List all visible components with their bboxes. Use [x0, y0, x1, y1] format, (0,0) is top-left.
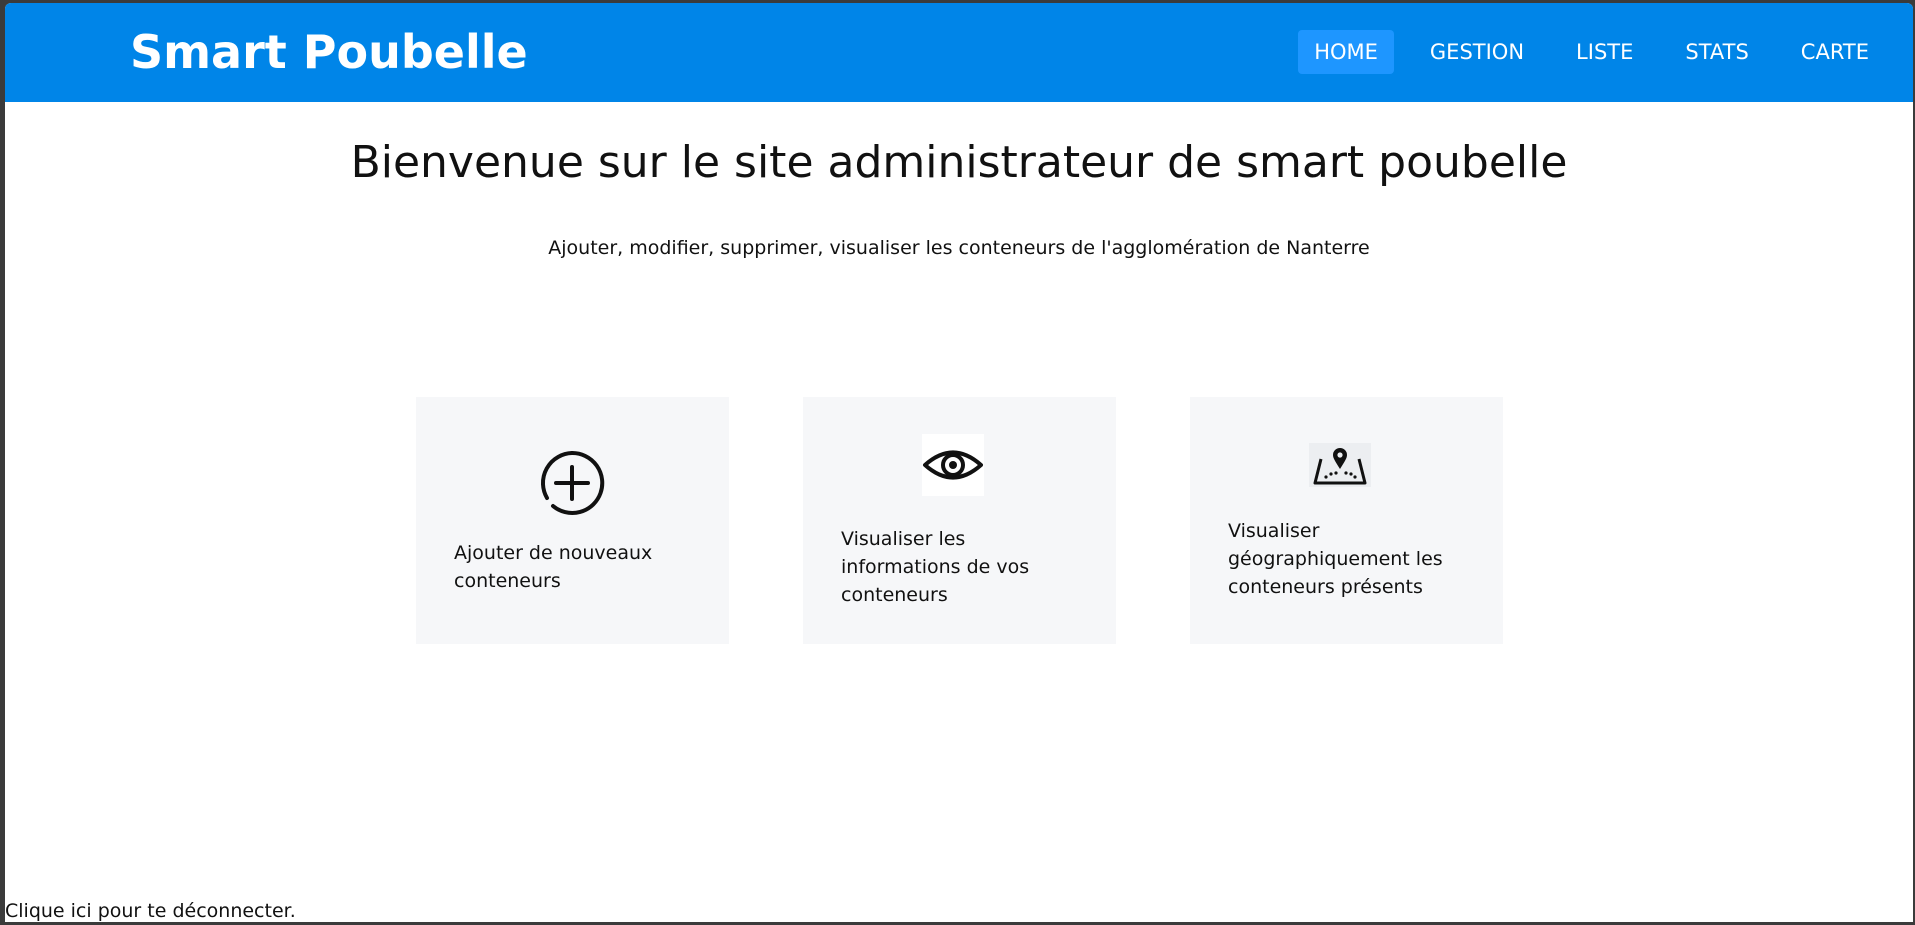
card-add-text: Ajouter de nouveaux conteneurs [454, 542, 653, 592]
logout-link[interactable]: Clique ici pour te déconnecter. [5, 899, 296, 922]
map-pin-icon [1309, 443, 1371, 487]
brand-logo[interactable]: Smart Poubelle [130, 25, 528, 79]
card-map-text: Visualiser géographiquement les conteneu… [1228, 520, 1443, 598]
page-subtitle: Ajouter, modifier, supprimer, visualiser… [548, 237, 1370, 259]
nav-menu: HOME GESTION LISTE STATS CARTE [1298, 30, 1913, 74]
page-title: Bienvenue sur le site administrateur de … [350, 137, 1568, 188]
nav-item-stats[interactable]: STATS [1669, 30, 1764, 74]
plus-circle-icon [541, 450, 605, 515]
nav-item-home[interactable]: HOME [1298, 30, 1394, 74]
card-view-text: Visualiser les informations de vos conte… [841, 528, 1030, 606]
nav-item-carte[interactable]: CARTE [1785, 30, 1885, 74]
card-add-containers[interactable]: Ajouter de nouveaux conteneurs [416, 397, 729, 644]
eye-icon [922, 434, 984, 496]
nav-item-gestion[interactable]: GESTION [1414, 30, 1540, 74]
card-map-view[interactable]: Visualiser géographiquement les conteneu… [1190, 397, 1503, 644]
card-view-info[interactable]: Visualiser les informations de vos conte… [803, 397, 1116, 644]
browser-viewport: Smart Poubelle HOME GESTION LISTE STATS … [5, 3, 1913, 922]
nav-item-liste[interactable]: LISTE [1560, 30, 1649, 74]
navbar: Smart Poubelle HOME GESTION LISTE STATS … [5, 3, 1913, 102]
